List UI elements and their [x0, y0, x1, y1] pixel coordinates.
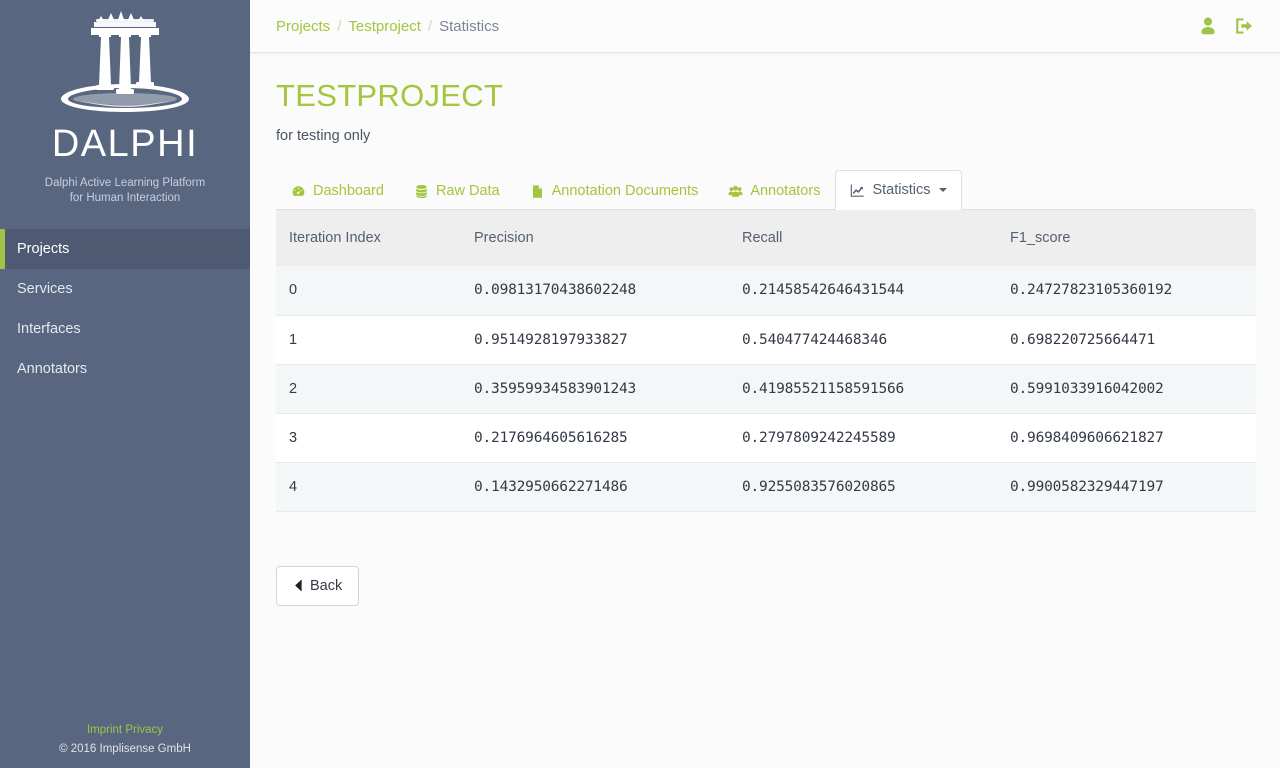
back-button[interactable]: Back	[276, 565, 360, 606]
chevron-down-icon[interactable]	[939, 188, 948, 193]
cell-precision: 0.1432950662271486	[461, 461, 729, 512]
sidebar-item-projects[interactable]: Projects	[0, 228, 250, 269]
cell-f1-score: 0.24727823105360192	[1010, 282, 1173, 299]
copyright-text: © 2016 Implisense GmbH	[59, 742, 191, 755]
page-subtitle: for testing only	[276, 128, 371, 145]
brand-tagline-line1: Dalphi Active Learning Platform	[44, 176, 206, 189]
users-icon	[728, 185, 743, 197]
page-title: TESTPROJECT	[276, 78, 504, 113]
cell-recall: 0.540477424468346	[729, 314, 997, 365]
sidebar-item-interfaces[interactable]: Interfaces	[0, 309, 250, 349]
brand-tagline-line2: for Human Interaction	[69, 192, 181, 205]
topbar-actions	[1198, 16, 1254, 36]
cell-recall: 0.9255083576020865	[729, 461, 997, 512]
cell-precision: 0.09813170438602248	[474, 282, 637, 299]
cell-recall: 0.2797809242245589	[729, 412, 997, 463]
cell-precision: 0.9514928197933827	[461, 314, 729, 365]
brand-tagline: Dalphi Active Learning Platform for Huma…	[0, 176, 250, 223]
table-row: 0 0.09813170438602248 0.2145854264643154…	[276, 266, 1256, 316]
line-chart-icon	[851, 184, 865, 197]
tab-annotators[interactable]: Annotators	[713, 171, 835, 210]
statistics-table: Iteration Index Precision Recall F1_scor…	[276, 210, 1256, 512]
brand-block: DALPHI Dalphi Active Learning Platform f…	[0, 0, 250, 223]
tab-annotation-documents[interactable]: Annotation Documents	[515, 171, 714, 210]
breadcrumb: Projects / Testproject / Statistics	[276, 18, 499, 35]
breadcrumb-item-statistics: Statistics	[439, 17, 500, 35]
tab-dashboard[interactable]: Dashboard	[276, 171, 399, 210]
cell-recall: 0.41985521158591566	[729, 363, 997, 414]
breadcrumb-item-testproject[interactable]: Testproject	[348, 18, 421, 35]
column-header-iteration-index: Iteration Index	[276, 210, 461, 267]
imprint-link[interactable]: Imprint	[87, 724, 122, 736]
tab-statistics[interactable]: Statistics	[835, 170, 963, 211]
column-header-recall: Recall	[729, 210, 997, 267]
cell-precision: 0.2176964605616285	[461, 412, 729, 463]
back-button-label: Back	[310, 577, 343, 594]
topbar: Projects / Testproject / Statistics	[250, 0, 1280, 53]
cell-iteration-index: 0	[289, 282, 298, 299]
sidebar-nav: Projects Services Interfaces Annotators	[0, 228, 250, 389]
main-content: Projects / Testproject / Statistics TEST…	[250, 0, 1280, 768]
content-area: TESTPROJECT for testing only Dashboard R…	[250, 53, 1280, 606]
tab-raw-data[interactable]: Raw Data	[399, 171, 515, 210]
sidebar-footer-links: Imprint Privacy	[0, 721, 250, 739]
breadcrumb-separator: /	[337, 17, 342, 35]
chevron-left-icon	[295, 579, 302, 592]
sidebar-item-annotators[interactable]: Annotators	[0, 349, 250, 389]
table-header-row: Iteration Index Precision Recall F1_scor…	[276, 210, 1256, 267]
tachometer-icon	[292, 185, 305, 196]
table-header: Iteration Index Precision Recall F1_scor…	[276, 210, 1256, 267]
breadcrumb-item-projects[interactable]: Projects	[276, 18, 330, 35]
sidebar-item-services[interactable]: Services	[0, 269, 250, 309]
cell-iteration-index: 1	[276, 314, 461, 365]
column-header-f1-score: F1_score	[997, 210, 1256, 267]
tab-label: Dashboard	[313, 183, 384, 200]
cell-f1-score: 0.9698409606621827	[997, 412, 1256, 463]
brand-title: DALPHI	[51, 123, 199, 165]
table-body: 0 0.09813170438602248 0.2145854264643154…	[276, 266, 1256, 512]
cell-precision: 0.35959934583901243	[461, 363, 729, 414]
sidebar-footer: Imprint Privacy © 2016 Implisense GmbH	[0, 721, 250, 758]
file-icon	[532, 184, 542, 198]
cell-f1-score: 0.5991033916042002	[997, 363, 1256, 414]
column-header-precision: Precision	[461, 210, 729, 267]
tab-label: Annotation Documents	[551, 183, 699, 200]
greek-temple-icon	[61, 11, 189, 112]
cell-iteration-index: 3	[276, 412, 461, 463]
table-row: 2 0.35959934583901243 0.4198552115859156…	[276, 363, 1256, 414]
breadcrumb-separator: /	[427, 17, 433, 35]
table-row: 4 0.1432950662271486 0.9255083576020865 …	[276, 461, 1256, 512]
tab-label: Raw Data	[435, 183, 500, 200]
database-icon	[416, 184, 427, 198]
tab-label: Statistics	[872, 182, 931, 199]
sign-out-icon[interactable]	[1234, 16, 1254, 36]
cell-iteration-index: 4	[276, 461, 461, 512]
privacy-link[interactable]: Privacy	[125, 724, 163, 736]
sidebar: DALPHI Dalphi Active Learning Platform f…	[0, 0, 250, 768]
tab-bar: Dashboard Raw Data Annotation Documents …	[276, 170, 1254, 211]
tab-label: Annotators	[750, 183, 821, 200]
cell-f1-score: 0.9900582329447197	[997, 461, 1256, 512]
table-row: 1 0.9514928197933827 0.540477424468346 0…	[276, 314, 1256, 365]
table-row: 3 0.2176964605616285 0.2797809242245589 …	[276, 412, 1256, 463]
user-icon[interactable]	[1198, 16, 1218, 36]
cell-iteration-index: 2	[276, 363, 461, 414]
cell-f1-score: 0.698220725664471	[997, 314, 1256, 365]
cell-recall: 0.21458542646431544	[742, 282, 905, 299]
